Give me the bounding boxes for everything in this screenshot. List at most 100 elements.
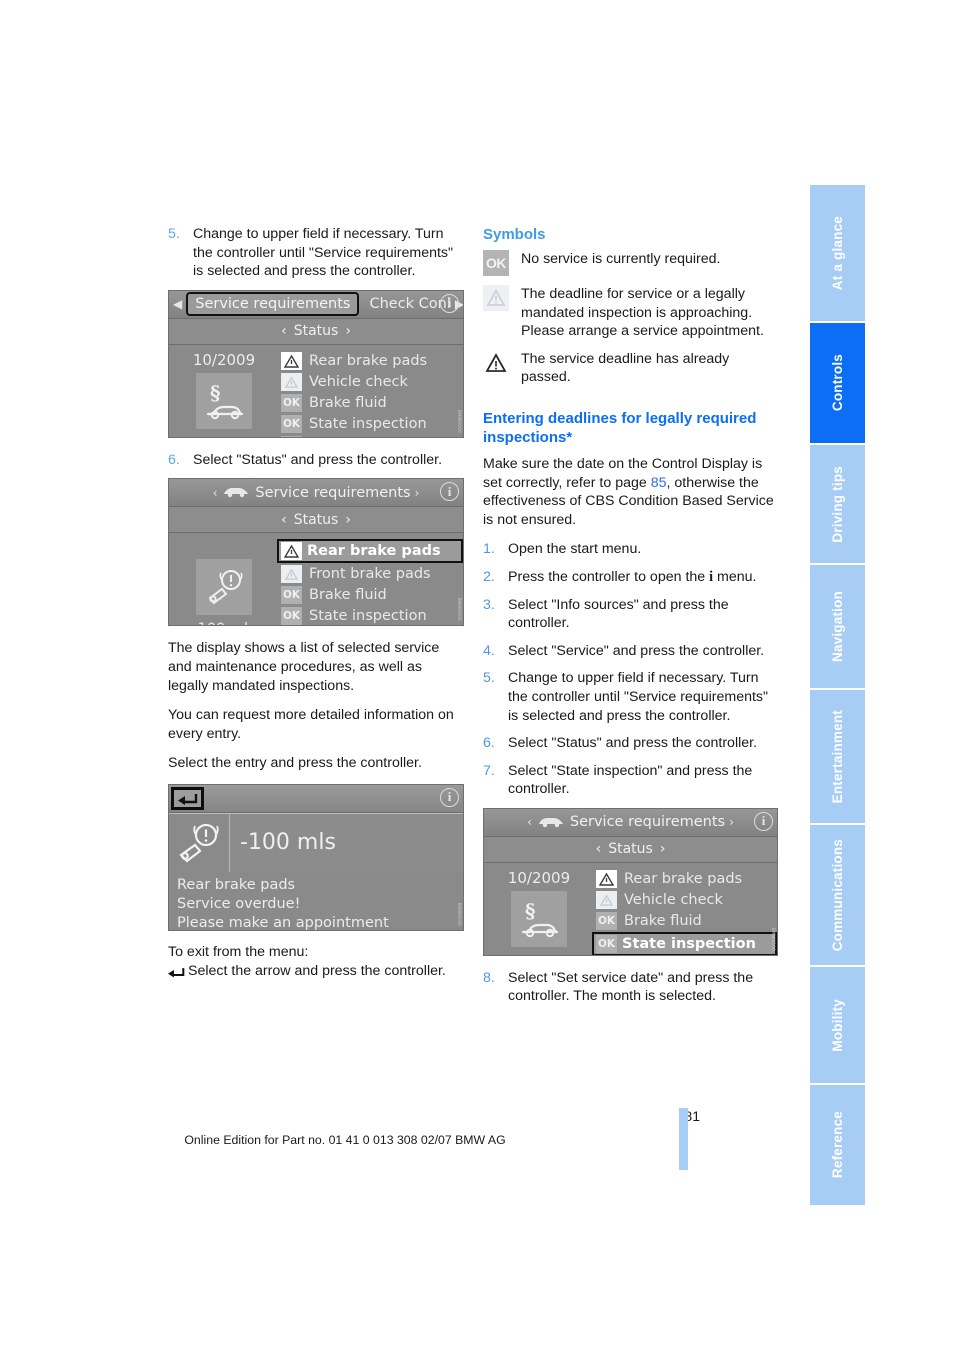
sidebar-tab-reference[interactable]: Reference (810, 1085, 865, 1205)
info-icon[interactable]: i (440, 482, 459, 502)
list-item[interactable]: Front brake pads (279, 563, 463, 584)
warning-triangle-icon (281, 542, 302, 561)
symbol-cell: OK (483, 250, 521, 276)
detail-line: Rear brake pads (177, 876, 296, 893)
list-item[interactable]: OK Front brake pads (279, 435, 463, 437)
sidebar-tab-navigation[interactable]: Navigation (810, 565, 865, 690)
footer-edition-note: Online Edition for Part no. 01 41 0 013 … (184, 1133, 506, 1147)
list-item: 6. Select "Status" and press the control… (168, 451, 464, 470)
chevron-right-icon[interactable]: › (345, 512, 351, 528)
sidebar-tab-entertainment[interactable]: Entertainment (810, 690, 865, 825)
step-number: 3. (483, 596, 495, 613)
list-item[interactable]: OK State inspection (279, 605, 463, 625)
list-item: 1. Open the start menu. (483, 540, 778, 559)
sidebar-tab-controls[interactable]: Controls (810, 323, 865, 445)
chevron-right-icon[interactable]: › (345, 323, 351, 339)
svg-text:§: § (210, 381, 220, 405)
display-header-selected-title[interactable]: Service requirements (186, 292, 360, 317)
chevron-left-icon[interactable]: ‹ (523, 815, 536, 829)
list-item[interactable]: Rear brake pads (279, 351, 463, 372)
ok-badge-icon: OK (596, 912, 617, 931)
page-reference-link[interactable]: 85 (651, 475, 667, 491)
right-content-column: Symbols OK No service is currently requi… (483, 225, 778, 1015)
sidebar-tab-driving-tips[interactable]: Driving tips (810, 445, 865, 565)
paragraph-deadlines-intro: Make sure the date on the Control Displa… (483, 455, 778, 529)
info-icon[interactable]: i (440, 787, 459, 807)
display-body: 10/2009 § Rear brake pads Vehicle check … (169, 344, 463, 437)
figure-id-watermark: BMW0000 (457, 409, 462, 433)
step-number: 4. (483, 642, 495, 659)
list-item[interactable]: Vehicle check (279, 372, 463, 393)
chevron-left-icon[interactable]: ‹ (596, 841, 602, 857)
list-item[interactable]: Rear brake pads (594, 869, 777, 890)
step-text: Press the controller to open the i menu. (508, 568, 778, 587)
list-item[interactable]: OK Brake fluid (594, 911, 777, 932)
ok-badge-icon: OK (596, 934, 617, 953)
ok-badge-icon: OK (281, 606, 302, 625)
symbol-description: The deadline for service or a legally ma… (521, 286, 764, 340)
display-body: -100 mls Rear brake pads Front brake pad… (169, 533, 463, 626)
display-header-title[interactable]: Service requirements (255, 485, 410, 501)
list-item-label: Vehicle check (624, 892, 723, 909)
left-content-column: 5. Change to upper field if necessary. T… (168, 225, 464, 983)
chevron-left-icon[interactable]: ‹ (281, 323, 287, 339)
chevron-left-icon[interactable]: ‹ (209, 486, 222, 500)
step-text: Select "Status" and press the controller… (193, 451, 443, 468)
list-item: 3. Select "Info sources" and press the c… (483, 596, 778, 633)
sidebar-tab-label: At a glance (830, 215, 845, 291)
list-item[interactable]: OK Brake fluid (279, 584, 463, 605)
sidebar-tab-at-a-glance[interactable]: At a glance (810, 185, 865, 323)
chevron-right-icon[interactable]: › (725, 815, 738, 829)
ok-badge-icon: OK (281, 394, 302, 413)
list-item[interactable]: OK State inspection (279, 414, 463, 435)
display-subheader-label[interactable]: Status (608, 841, 653, 857)
display-subheader-label[interactable]: Status (294, 512, 339, 528)
chevron-right-icon[interactable]: › (660, 841, 666, 857)
list-item: OK No service is currently required. (483, 250, 778, 276)
legal-inspection-car-icon: § (511, 890, 567, 947)
car-icon (223, 483, 249, 502)
list-item[interactable]: OK Brake fluid (279, 393, 463, 414)
figure-id-watermark: BMW0000 (771, 927, 776, 951)
sidebar-tab-mobility[interactable]: Mobility (810, 967, 865, 1085)
display-header-title[interactable]: Service requirements (570, 814, 725, 830)
exit-menu-text: Select the arrow and press the controlle… (188, 962, 446, 979)
step-text: Select "Status" and press the controller… (508, 735, 758, 752)
display-header-secondary-title[interactable]: Check Conl (369, 296, 450, 312)
list-item: 2. Press the controller to open the i me… (483, 568, 778, 587)
list-item: The service deadline has already passed. (483, 349, 778, 387)
detail-line: Please make an appointment (177, 914, 389, 931)
brake-pad-wear-icon (169, 813, 230, 872)
list-item[interactable]: OK State inspection (592, 931, 777, 955)
sidebar-tab-communications[interactable]: Communications (810, 825, 865, 967)
chevron-left-icon[interactable]: ◀ (169, 297, 186, 311)
display-subheader: ‹ Status › (169, 507, 463, 534)
brake-pad-wear-icon (196, 559, 252, 616)
list-item: 5. Change to upper field if necessary. T… (168, 225, 464, 281)
figure-service-requirements-status-1: ◀ Service requirements Check Conl ▶ i ‹ … (168, 289, 464, 438)
chevron-left-icon[interactable]: ‹ (281, 512, 287, 528)
warning-triangle-icon (483, 349, 509, 376)
info-icon[interactable]: i (440, 293, 459, 313)
step-text-after: menu. (713, 568, 757, 585)
back-arrow-icon[interactable] (171, 787, 204, 811)
display-date: 10/2009 (192, 350, 256, 369)
display-date: 10/2009 (507, 868, 571, 887)
symbol-description: The service deadline has already passed. (521, 350, 730, 386)
paragraph-select-entry: Select the entry and press the controlle… (168, 755, 422, 772)
page-number: 81 (684, 1108, 700, 1124)
list-item[interactable]: Rear brake pads (277, 539, 463, 564)
display-service-list: Rear brake pads Vehicle check OK Brake f… (279, 351, 463, 437)
step-text: Change to upper field if necessary. Turn… (193, 226, 454, 280)
figure-state-inspection-selected: ‹ Service requirements › i ‹ Status › 10… (483, 807, 778, 956)
figure-service-requirements-status-2: ‹ Service requirements › i ‹ Status › Re… (168, 478, 464, 627)
list-item-label: Brake fluid (309, 586, 387, 603)
info-icon[interactable]: i (754, 811, 773, 831)
list-item-label: Rear brake pads (624, 871, 743, 888)
list-item[interactable]: Vehicle check (594, 890, 777, 911)
step-number: 7. (483, 762, 495, 779)
step-text: Open the start menu. (508, 541, 642, 558)
chevron-right-icon[interactable]: › (411, 486, 424, 500)
list-item: 7. Select "State inspection" and press t… (483, 762, 778, 799)
display-subheader-label[interactable]: Status (294, 323, 339, 339)
